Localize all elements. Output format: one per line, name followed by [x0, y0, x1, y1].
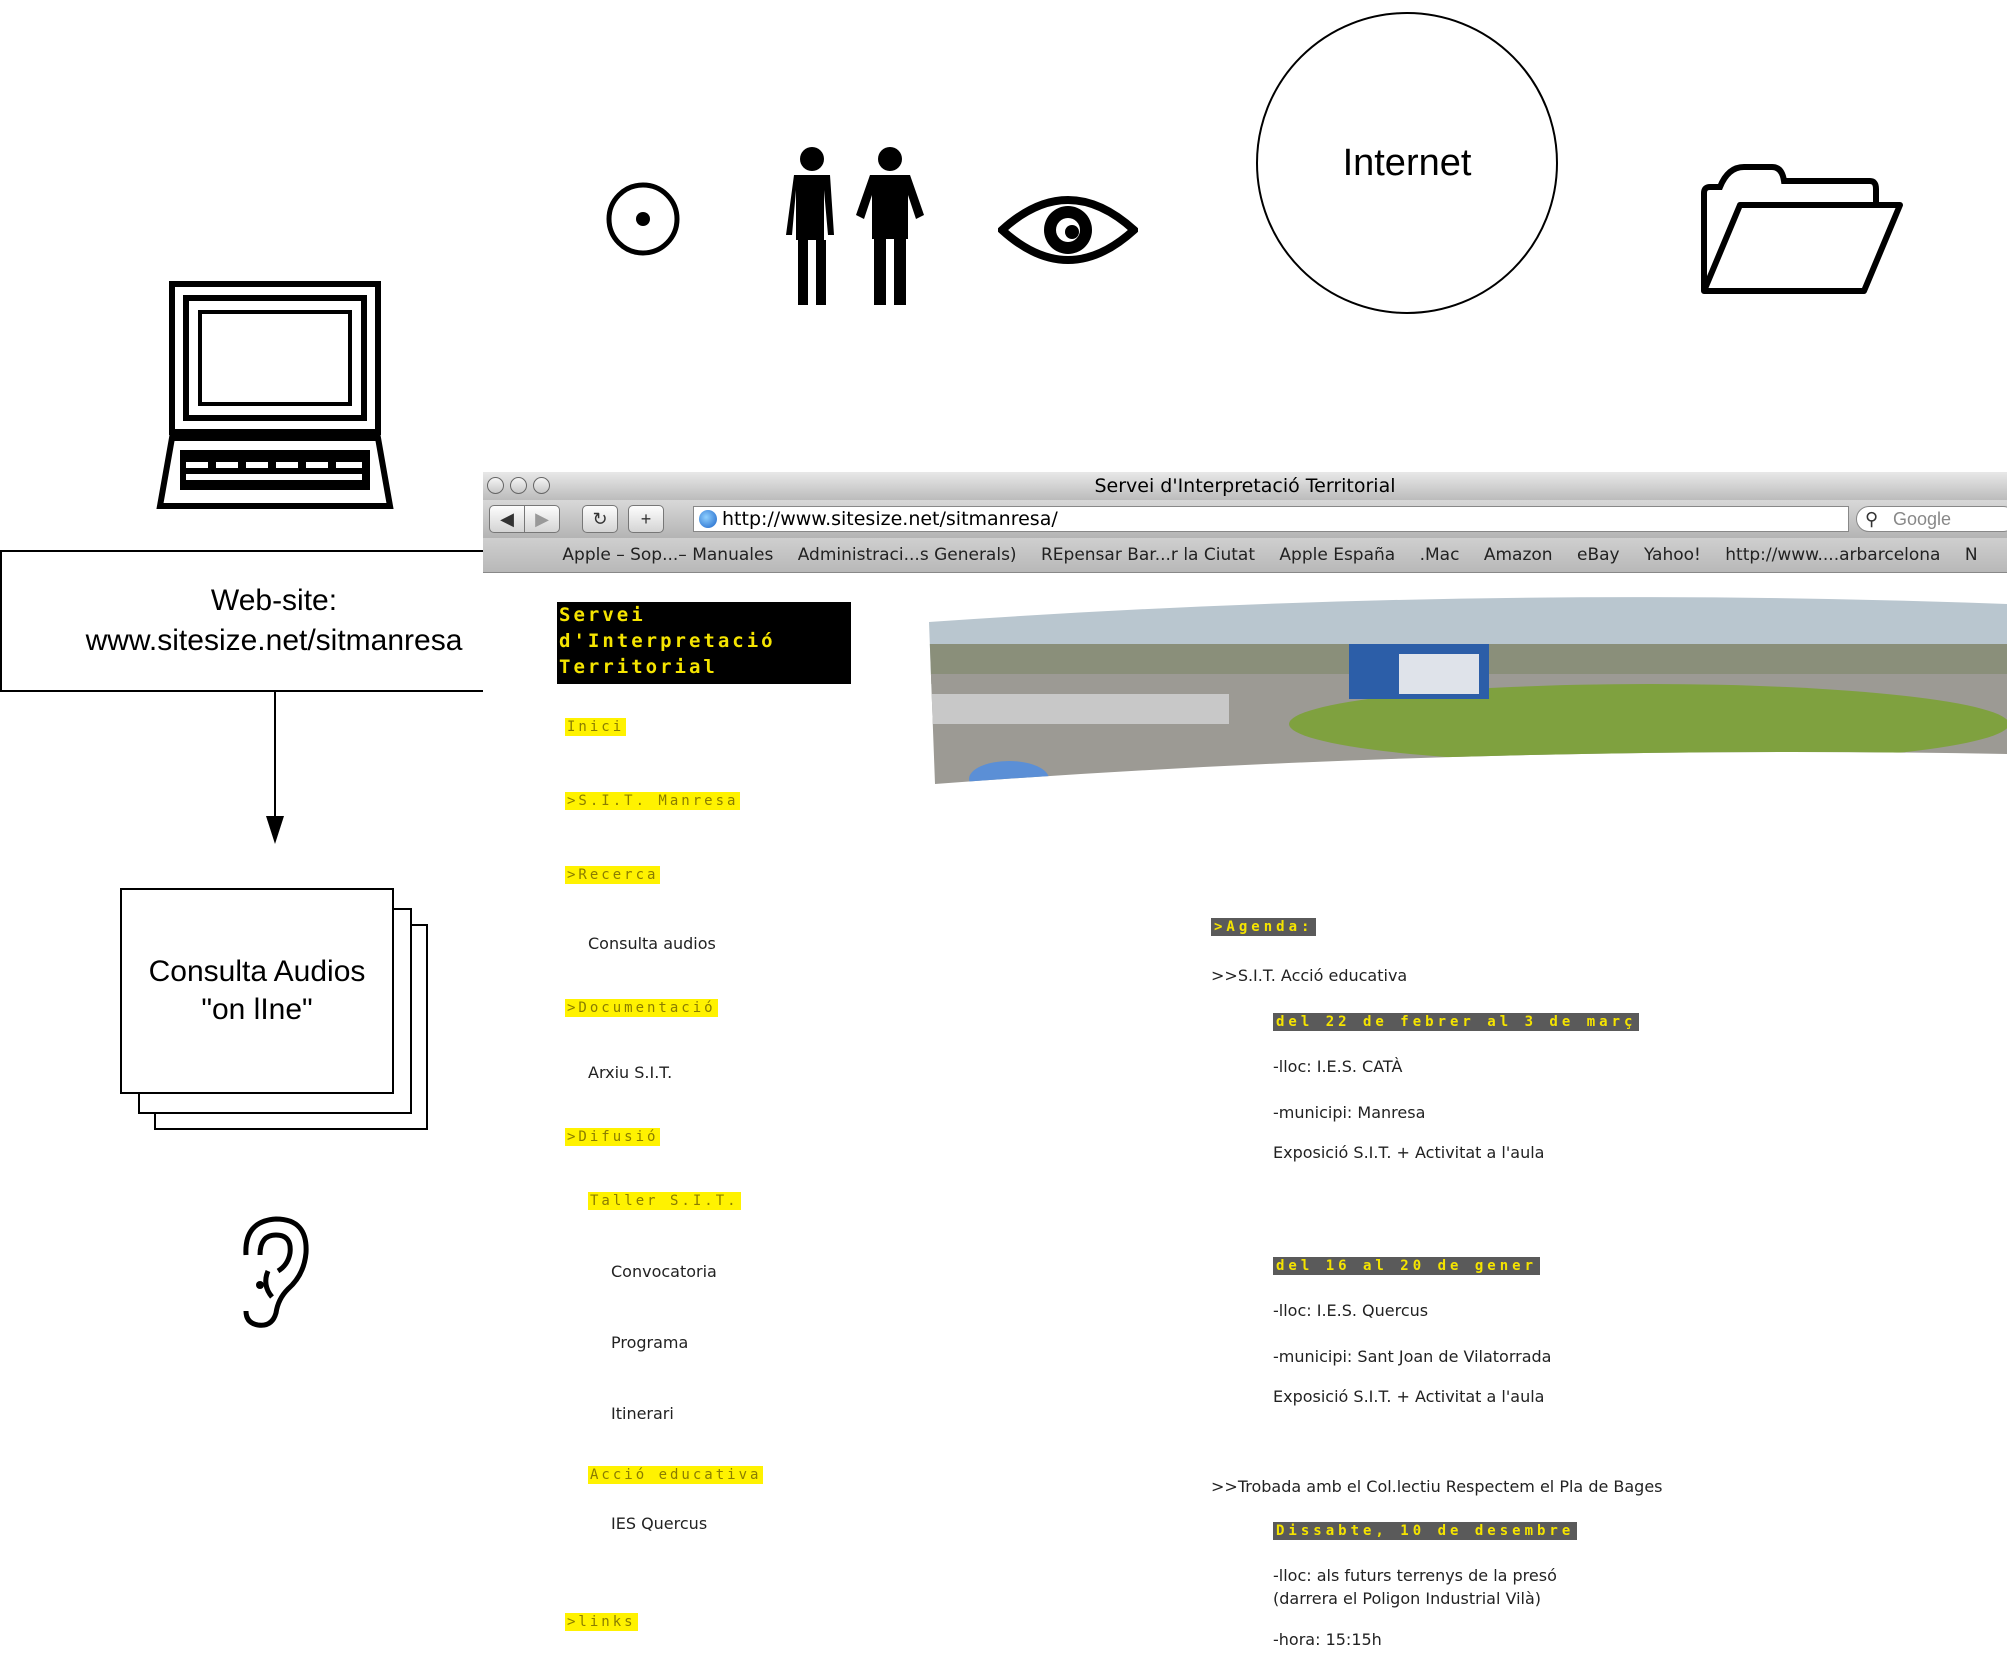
search-icon: ⚲: [1865, 509, 1879, 529]
nav-documentacio[interactable]: >Documentació: [565, 999, 718, 1017]
bookmark-item[interactable]: Apple – Sop...– Manuales: [562, 538, 773, 572]
website-url: www.sitesize.net/sitmanresa: [85, 624, 463, 657]
audio-doc-line2: "on lIne": [201, 993, 313, 1026]
audio-doc-line1: Consulta Audios: [148, 955, 366, 988]
nav-accio-educativa[interactable]: Acció educativa: [588, 1466, 764, 1484]
browser-toolbar: ◀ ▶ ↻ + http://www.sitesize.net/sitmanre…: [483, 500, 2007, 538]
nav-taller[interactable]: Taller S.I.T.: [588, 1192, 741, 1210]
nav-programa[interactable]: Programa: [611, 1333, 688, 1352]
title-bar: Servei d'Interpretació Territorial: [483, 472, 2007, 501]
bookmark-item[interactable]: REpensar Bar...r la Ciutat: [1041, 538, 1255, 572]
ear-icon: [243, 1216, 309, 1328]
nav-links[interactable]: >links: [565, 1613, 638, 1631]
website-label: Web-site:: [210, 584, 338, 617]
nav-consulta-audios[interactable]: Consulta audios: [588, 934, 716, 953]
back-button[interactable]: ◀: [489, 505, 525, 533]
agenda-date: del 22 de febrer al 3 de març: [1273, 1013, 1640, 1031]
bookmark-item[interactable]: eBay: [1577, 538, 1620, 572]
agenda-hora: -hora: 15:15h: [1273, 1630, 1382, 1649]
agenda-municipi: -municipi: Manresa: [1273, 1103, 1426, 1122]
nav-inici[interactable]: Inici: [565, 718, 627, 736]
add-bookmark-button[interactable]: +: [628, 505, 664, 533]
url-text: http://www.sitesize.net/sitmanresa/: [722, 508, 1058, 530]
window-title: Servei d'Interpretació Territorial: [1094, 475, 1396, 497]
site-logo[interactable]: Servei d'Interpretació Territorial: [557, 602, 851, 684]
folder-icon: [1701, 164, 1903, 294]
nav-itinerari[interactable]: Itinerari: [611, 1404, 674, 1423]
agenda-date: Dissabte, 10 de desembre: [1273, 1522, 1578, 1540]
agenda-item-title: >>Trobada amb el Col.lectiu Respectem el…: [1211, 1477, 1663, 1496]
nav-arxiu[interactable]: Arxiu S.I.T.: [588, 1063, 672, 1082]
people-icon: [786, 147, 924, 305]
panorama-photo: [929, 597, 2007, 784]
globe-icon: [699, 510, 717, 528]
browser-window: Servei d'Interpretació Territorial ◀ ▶ ↻…: [483, 472, 2007, 1656]
internet-node: Internet: [1256, 12, 1558, 314]
agenda-exposicio: Exposició S.I.T. + Activitat a l'aula: [1273, 1387, 1545, 1406]
nav-recerca[interactable]: >Recerca: [565, 866, 661, 884]
computer-icon: [156, 281, 394, 509]
sun-symbol-icon: [606, 182, 680, 256]
agenda-item-title: >>S.I.T. Acció educativa: [1211, 966, 1408, 985]
bookmark-item[interactable]: N: [1965, 538, 1978, 572]
agenda-municipi: -municipi: Sant Joan de Vilatorrada: [1273, 1347, 1552, 1366]
eye-icon: [998, 196, 1138, 264]
bookmark-item[interactable]: Yahoo!: [1644, 538, 1701, 572]
agenda-lloc-detail: (darrera el Poligon Industrial Vilà): [1273, 1589, 1541, 1608]
flow-arrow: [266, 692, 284, 844]
search-placeholder: Google: [1893, 509, 1952, 529]
address-bar[interactable]: http://www.sitesize.net/sitmanresa/: [693, 506, 1849, 532]
nav-sit-manresa[interactable]: >S.I.T. Manresa: [565, 792, 741, 810]
agenda-date: del 16 al 20 de gener: [1273, 1257, 1541, 1275]
nav-difusio[interactable]: >Difusió: [565, 1128, 661, 1146]
bookmark-item[interactable]: Apple España: [1279, 538, 1395, 572]
agenda-lloc: -lloc: als futurs terrenys de la presó: [1273, 1566, 1557, 1585]
agenda-lloc: -lloc: I.E.S. Quercus: [1273, 1301, 1429, 1320]
bookmarks-bar: Apple – Sop...– Manuales Administraci...…: [483, 538, 2007, 573]
bookmark-item[interactable]: http://www....arbarcelona: [1725, 538, 1940, 572]
bookmark-item[interactable]: Amazon: [1484, 538, 1553, 572]
audio-consult-document: Consulta Audios "on lIne": [120, 888, 394, 1094]
search-field[interactable]: ⚲ Google: [1856, 506, 2007, 532]
website-box: Web-site: www.sitesize.net/sitmanresa: [0, 550, 548, 692]
nav-ies-quercus[interactable]: IES Quercus: [611, 1514, 707, 1533]
forward-button[interactable]: ▶: [524, 505, 560, 533]
bookmark-item[interactable]: .Mac: [1420, 538, 1460, 572]
agenda-exposicio: Exposició S.I.T. + Activitat a l'aula: [1273, 1143, 1545, 1162]
agenda-lloc: -lloc: I.E.S. CATÀ: [1273, 1057, 1403, 1076]
reload-button[interactable]: ↻: [582, 505, 618, 533]
internet-label: Internet: [1342, 141, 1472, 184]
nav-convocatoria[interactable]: Convocatoria: [611, 1262, 717, 1281]
bookmark-item[interactable]: Administraci...s Generals): [798, 538, 1017, 572]
agenda-heading: >Agenda:: [1211, 918, 1317, 936]
